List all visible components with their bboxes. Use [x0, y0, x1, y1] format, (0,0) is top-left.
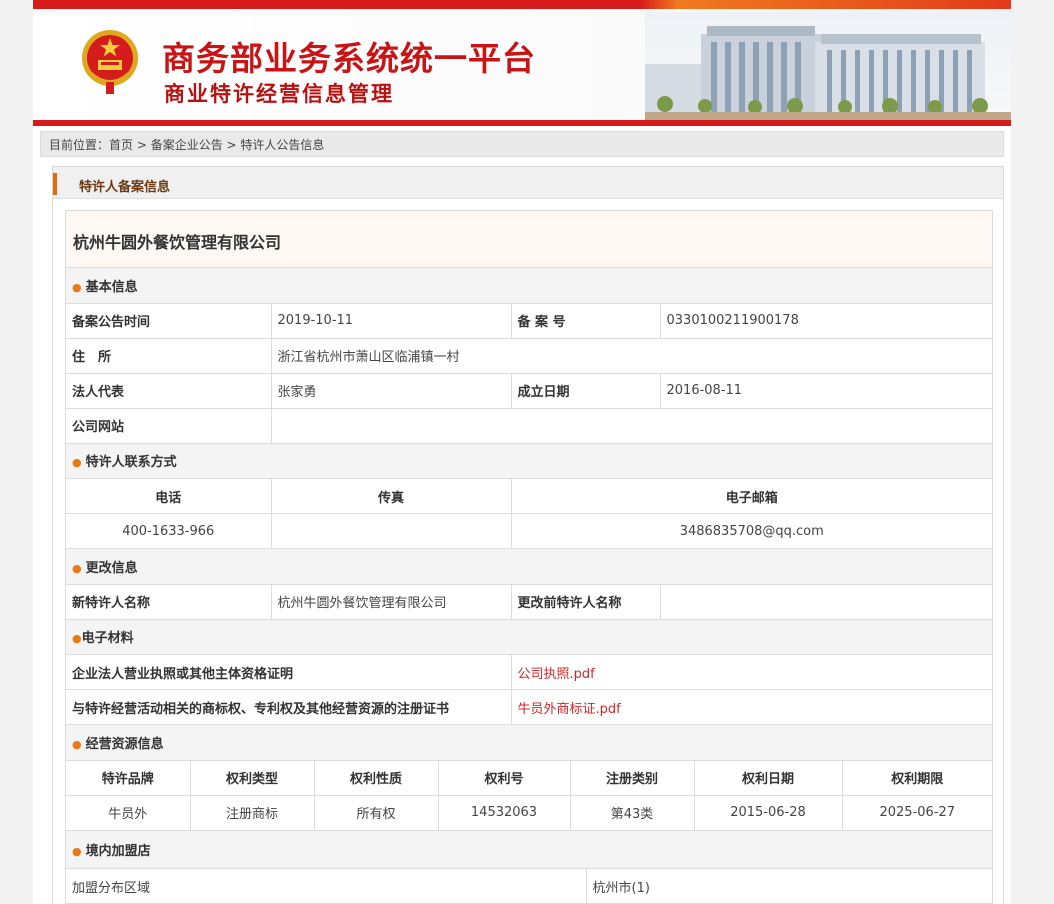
page: 商务部业务系统统一平台 商业特许经营信息管理 目前位置：首页 > 备案企业公告 …: [33, 0, 1011, 904]
bullet-icon: ●: [72, 280, 82, 294]
license-file-link[interactable]: 公司执照.pdf: [518, 667, 595, 682]
change-info-table: ● 更改信息 新特许人名称 杭州牛圆外餐饮管理有限公司 更改前特许人名称: [66, 549, 992, 620]
address-value: 浙江省杭州市萧山区临浦镇一村: [271, 338, 992, 374]
header-banner: 商务部业务系统统一平台 商业特许经营信息管理: [33, 0, 1011, 126]
cell-right-no: 14532063: [438, 795, 571, 831]
trademark-label: 与特许经营活动相关的商标权、专利权及其他经营资源的注册证书: [66, 689, 512, 725]
breadcrumb-prefix: 目前位置：: [49, 138, 110, 152]
cell-right-term: 2025-06-27: [842, 795, 993, 831]
license-label: 企业法人营业执照或其他主体资格证明: [66, 654, 512, 690]
bullet-icon: ●: [72, 632, 82, 646]
contact-table: ● 特许人联系方式 电话 传真 电子邮箱 400-1633-966 3486835…: [66, 443, 992, 549]
col-right-type: 权利类型: [190, 760, 315, 796]
region-value: 杭州市(1): [586, 868, 992, 904]
site-subtitle: 商业特许经营信息管理: [164, 82, 394, 106]
record-no-label: 备 案 号: [511, 303, 661, 339]
old-name-value: [660, 584, 992, 620]
breadcrumb-separator: >: [133, 138, 151, 152]
panel-header: 特许人备案信息: [53, 167, 1003, 199]
section-materials: ●电子材料: [66, 619, 992, 655]
breadcrumb-separator: >: [222, 138, 241, 152]
fax-header: 传真: [271, 478, 512, 514]
col-right-no: 权利号: [438, 760, 571, 796]
stores-table: ● 境内加盟店 加盟分布区域 杭州市(1): [66, 830, 992, 904]
record-panel: 特许人备案信息 杭州牛圆外餐饮管理有限公司 ● 基本信息 备案公告时间 2019-…: [52, 166, 1004, 904]
resources-table: ● 经营资源信息 特许品牌 权利类型 权利性质 权利号 注册类别 权利日期 权利期…: [66, 725, 993, 831]
cell-right-date: 2015-06-28: [694, 795, 843, 831]
materials-table: ●电子材料 企业法人营业执照或其他主体资格证明 公司执照.pdf 与特许经营活动…: [66, 619, 992, 725]
ministry-building-image: [645, 12, 1011, 120]
col-right-term: 权利期限: [842, 760, 993, 796]
cell-right-type: 注册商标: [190, 795, 315, 831]
trademark-file-link[interactable]: 牛员外商标证.pdf: [518, 702, 621, 717]
bullet-icon: ●: [72, 737, 82, 751]
breadcrumb-current: 特许人公告信息: [240, 138, 325, 152]
website-value: [271, 408, 992, 444]
cell-brand: 牛员外: [66, 795, 191, 831]
legal-rep-label: 法人代表: [66, 373, 272, 409]
site-title: 商务部业务系统统一平台: [162, 39, 536, 78]
breadcrumb-home-link[interactable]: 首页: [109, 138, 133, 152]
email-value: 3486835708@qq.com: [511, 513, 992, 549]
established-value: 2016-08-11: [660, 373, 992, 409]
panel-accent-bar: [53, 173, 57, 195]
table-row: 牛员外 注册商标 所有权 14532063 第43类 2015-06-28 20…: [66, 795, 993, 831]
phone-header: 电话: [66, 478, 272, 514]
old-name-label: 更改前特许人名称: [511, 584, 661, 620]
bullet-icon: ●: [72, 456, 82, 470]
established-label: 成立日期: [511, 373, 661, 409]
legal-rep-value: 张家勇: [271, 373, 512, 409]
breadcrumb-announcements-link[interactable]: 备案企业公告: [151, 138, 223, 152]
section-resources: ● 经营资源信息: [66, 725, 993, 761]
email-header: 电子邮箱: [511, 478, 992, 514]
franchisor-card: 杭州牛圆外餐饮管理有限公司 ● 基本信息 备案公告时间 2019-10-11 备 …: [65, 210, 993, 904]
address-label: 住 所: [66, 338, 272, 374]
col-reg-class: 注册类别: [570, 760, 695, 796]
website-label: 公司网站: [66, 408, 272, 444]
national-emblem-icon: [82, 30, 138, 94]
record-no-value: 0330100211900178: [660, 303, 992, 339]
announce-date-label: 备案公告时间: [66, 303, 272, 339]
cell-reg-class: 第43类: [570, 795, 695, 831]
bullet-icon: ●: [72, 844, 82, 858]
header-top-bar: [33, 0, 1011, 9]
panel-title: 特许人备案信息: [79, 180, 171, 195]
bullet-icon: ●: [72, 561, 82, 575]
new-name-value: 杭州牛圆外餐饮管理有限公司: [271, 584, 512, 620]
col-right-date: 权利日期: [694, 760, 843, 796]
col-brand: 特许品牌: [66, 760, 191, 796]
section-stores: ● 境内加盟店: [66, 830, 992, 869]
header-bottom-bar: [33, 120, 1011, 126]
new-name-label: 新特许人名称: [66, 584, 272, 620]
breadcrumb: 目前位置：首页 > 备案企业公告 > 特许人公告信息: [40, 131, 1004, 157]
phone-value: 400-1633-966: [66, 513, 272, 549]
company-name: 杭州牛圆外餐饮管理有限公司: [66, 211, 992, 268]
region-label: 加盟分布区域: [66, 868, 587, 904]
col-right-nature: 权利性质: [314, 760, 439, 796]
section-change-info: ● 更改信息: [66, 549, 992, 585]
basic-info-table: ● 基本信息 备案公告时间 2019-10-11 备 案 号 0330100211…: [66, 268, 992, 444]
section-basic-info: ● 基本信息: [66, 268, 992, 304]
cell-right-nature: 所有权: [314, 795, 439, 831]
section-contact: ● 特许人联系方式: [66, 443, 992, 479]
fax-value: [271, 513, 512, 549]
announce-date-value: 2019-10-11: [271, 303, 512, 339]
